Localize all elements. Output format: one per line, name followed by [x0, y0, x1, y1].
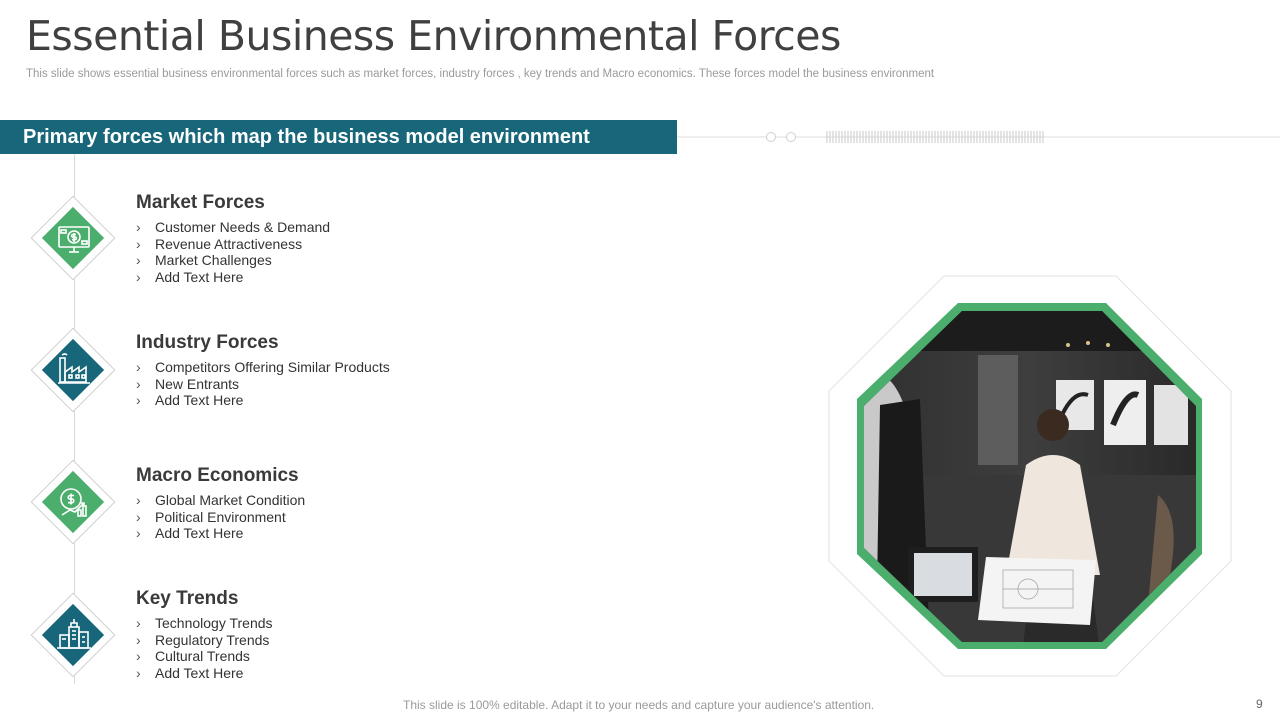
section-heading: Industry Forces — [136, 332, 279, 353]
chevron-right-icon: › — [136, 219, 141, 235]
slide-title: Essential Business Environmental Forces — [26, 12, 841, 60]
chevron-right-icon: › — [136, 375, 141, 392]
section-industry-forces: Industry Forces › Competitors Offering Si… — [136, 332, 390, 409]
chevron-right-icon: › — [136, 631, 141, 648]
list-item: › Market Challenges — [136, 252, 272, 269]
list-item: › Cultural Trends — [136, 648, 250, 665]
chevron-right-icon: › — [136, 664, 141, 681]
money-monitor-icon — [58, 226, 90, 253]
dollar-growth-icon — [60, 488, 87, 517]
section-market-forces: Market Forces › Customer Needs & Demand ›… — [136, 192, 330, 285]
section-banner: Primary forces which map the business mo… — [0, 120, 677, 154]
page-number: 9 — [1256, 697, 1263, 711]
list-item: › New Entrants — [136, 375, 240, 392]
bullet-list: › Technology Trends › Regulatory Trends › C… — [136, 615, 273, 681]
list-item: › Add Text Here — [136, 525, 244, 542]
section-key-trends: Key Trends › Technology Trends › Regulator… — [136, 588, 273, 681]
list-item: › Political Environment — [136, 508, 286, 525]
bullet-list: › Global Market Condition › Political Envi… — [136, 492, 305, 542]
section-heading: Key Trends — [136, 588, 239, 609]
bullet-list: › Customer Needs & Demand › Revenue Attrac… — [136, 219, 330, 285]
list-item: › Competitors Offering Similar Products — [136, 359, 390, 375]
chevron-right-icon: › — [136, 235, 141, 252]
chevron-right-icon: › — [136, 359, 141, 375]
chevron-right-icon: › — [136, 252, 141, 269]
chevron-right-icon: › — [136, 648, 141, 665]
footer-note: This slide is 100% editable. Adapt it to… — [403, 698, 875, 712]
city-buildings-icon — [57, 619, 91, 649]
chevron-right-icon: › — [136, 492, 141, 508]
section-macro-economics: Macro Economics › Global Market Condition… — [136, 465, 305, 542]
list-item: › Global Market Condition — [136, 492, 306, 508]
section-heading: Macro Economics — [136, 465, 299, 486]
chevron-right-icon: › — [136, 392, 141, 409]
chevron-right-icon: › — [136, 615, 141, 631]
decorative-line-ornament — [677, 131, 1280, 143]
list-item: › Revenue Attractiveness — [136, 235, 303, 252]
section-heading: Market Forces — [136, 192, 265, 213]
slide-subtitle: This slide shows essential business envi… — [26, 68, 935, 80]
chevron-right-icon: › — [136, 268, 141, 285]
octagon-photo — [828, 275, 1232, 677]
list-item: › Add Text Here — [136, 392, 244, 409]
list-item: › Add Text Here — [136, 268, 244, 285]
chevron-right-icon: › — [136, 525, 141, 542]
bullet-list: › Competitors Offering Similar Products ›… — [136, 359, 390, 409]
list-item: › Technology Trends — [136, 615, 273, 631]
list-item: › Regulatory Trends — [136, 631, 270, 648]
list-item: › Customer Needs & Demand — [136, 219, 331, 235]
chevron-right-icon: › — [136, 508, 141, 525]
list-item: › Add Text Here — [136, 664, 244, 681]
factory-icon — [58, 353, 90, 384]
